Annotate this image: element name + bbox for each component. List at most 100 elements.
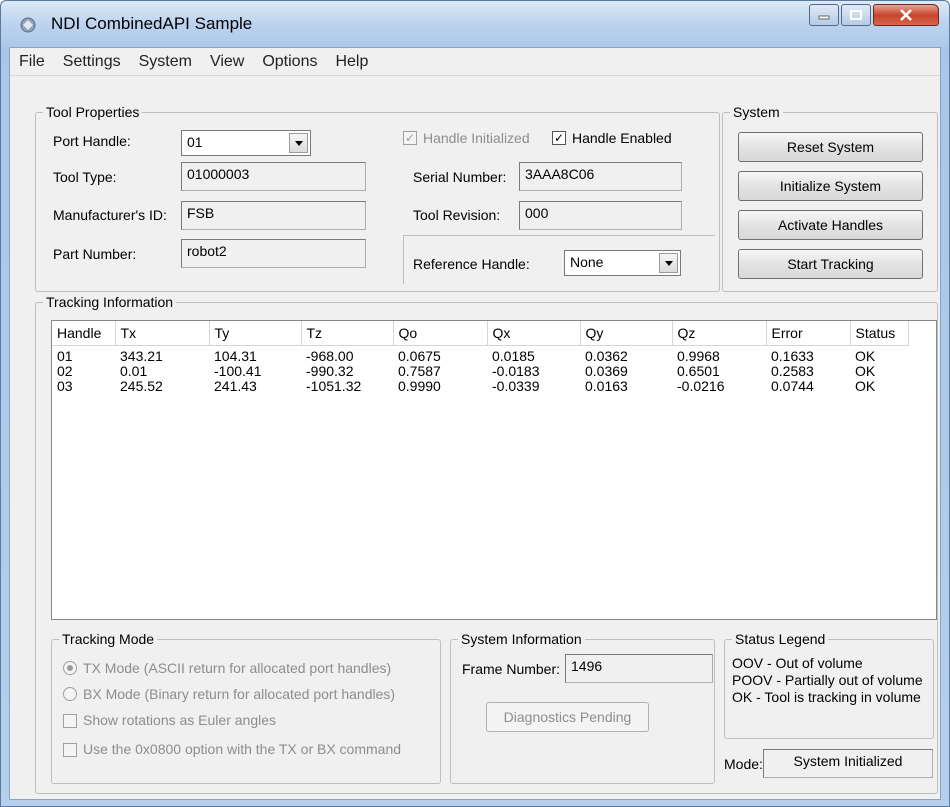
tracking-mode-group: Tracking Mode TX Mode (ASCII return for … xyxy=(51,631,441,784)
system-information-legend: System Information xyxy=(458,631,585,647)
menu-options[interactable]: Options xyxy=(253,53,326,71)
manufacturer-label: Manufacturer's ID: xyxy=(53,207,167,223)
reference-handle-label: Reference Handle: xyxy=(413,256,530,272)
serial-number-field[interactable]: 3AAA8C06 xyxy=(519,162,682,191)
system-group: System Reset System Initialize System Ac… xyxy=(722,104,938,292)
status-legend-ok: OK - Tool is tracking in volume xyxy=(732,689,921,705)
table-row[interactable]: 02 0.01 -100.41 -990.32 0.7587 -0.0183 0… xyxy=(52,364,908,379)
menu-bar: File Settings System View Options Help xyxy=(10,48,940,76)
mode-field[interactable]: System Initialized xyxy=(763,749,933,778)
chevron-down-icon[interactable] xyxy=(289,133,308,153)
table-cell: 0.7587 xyxy=(398,363,441,379)
app-icon xyxy=(20,17,36,33)
menu-system[interactable]: System xyxy=(130,53,201,71)
initialize-system-button[interactable]: Initialize System xyxy=(738,171,923,201)
table-cell: 0.01 xyxy=(120,363,148,379)
table-cell: 343.21 xyxy=(120,348,163,364)
status-legend-group: Status Legend OOV - Out of volume POOV -… xyxy=(724,631,934,739)
option-0800-label: Use the 0x0800 option with the TX or BX … xyxy=(83,741,402,757)
manufacturer-field[interactable]: FSB xyxy=(181,201,366,230)
table-cell: 0.0675 xyxy=(398,348,441,364)
table-cell: -990.32 xyxy=(306,363,354,379)
table-cell: -100.41 xyxy=(214,363,262,379)
tool-properties-group: Tool Properties Port Handle: 01 Tool Typ… xyxy=(35,104,720,292)
tool-revision-field[interactable]: 000 xyxy=(519,201,682,230)
tool-type-label: Tool Type: xyxy=(53,169,117,185)
table-cell: 0.2583 xyxy=(771,363,814,379)
chevron-down-icon[interactable] xyxy=(659,253,678,273)
port-handle-select[interactable]: 01 xyxy=(181,130,311,156)
close-button[interactable] xyxy=(873,4,939,26)
status-legend-poov: POOV - Partially out of volume xyxy=(732,672,923,688)
diagnostics-pending-button[interactable]: Diagnostics Pending xyxy=(486,702,649,732)
system-legend: System xyxy=(730,104,783,120)
table-cell: 0.0163 xyxy=(585,378,628,394)
bx-mode-radio[interactable] xyxy=(63,687,77,701)
part-number-label: Part Number: xyxy=(53,246,137,262)
table-cell: 0.0362 xyxy=(585,348,628,364)
table-header: Handle Tx Ty Tz Qo Qx Qy Qz Error Status xyxy=(52,321,909,346)
table-cell: 0.0185 xyxy=(492,348,535,364)
table-cell: 104.31 xyxy=(214,348,257,364)
option-0800-checkbox[interactable] xyxy=(63,743,77,757)
table-cell: 241.43 xyxy=(214,378,257,394)
column-header[interactable]: Qz xyxy=(672,321,767,346)
window-title: NDI CombinedAPI Sample xyxy=(51,14,253,33)
mode-label: Mode: xyxy=(724,756,763,772)
reference-handle-select[interactable]: None xyxy=(564,250,681,276)
handle-enabled-checkbox[interactable]: ✓ xyxy=(552,131,566,145)
reset-system-button[interactable]: Reset System xyxy=(738,132,923,162)
column-header[interactable]: Qo xyxy=(393,321,488,346)
minimize-button[interactable] xyxy=(809,4,839,26)
serial-number-label: Serial Number: xyxy=(413,169,507,185)
client-area: File Settings System View Options Help T… xyxy=(9,47,941,800)
system-information-group: System Information Frame Number: 1496 Di… xyxy=(450,631,715,784)
bx-mode-label: BX Mode (Binary return for allocated por… xyxy=(83,686,396,702)
column-header[interactable]: Error xyxy=(766,321,851,346)
tracking-mode-legend: Tracking Mode xyxy=(59,631,158,647)
euler-angles-checkbox[interactable] xyxy=(63,714,77,728)
frame-number-label: Frame Number: xyxy=(462,661,561,677)
close-icon xyxy=(900,9,912,21)
tool-type-field[interactable]: 01000003 xyxy=(181,162,366,191)
maximize-button[interactable] xyxy=(841,4,871,26)
menu-help[interactable]: Help xyxy=(326,53,377,71)
frame-number-field[interactable]: 1496 xyxy=(565,654,713,683)
table-cell: -0.0339 xyxy=(492,378,540,394)
handle-initialized-label: Handle Initialized xyxy=(423,130,530,146)
table-cell: 0.1633 xyxy=(771,348,814,364)
title-bar[interactable]: NDI CombinedAPI Sample xyxy=(1,1,949,47)
table-row[interactable]: 03 245.52 241.43 -1051.32 0.9990 -0.0339… xyxy=(52,379,908,394)
table-cell: -0.0183 xyxy=(492,363,540,379)
part-number-field[interactable]: robot2 xyxy=(181,239,366,268)
column-header[interactable]: Handle xyxy=(52,321,116,346)
reference-handle-value: None xyxy=(570,254,604,270)
app-window: NDI CombinedAPI Sample File Settings Sys… xyxy=(0,0,950,807)
column-header[interactable]: Status xyxy=(850,321,909,346)
menu-file[interactable]: File xyxy=(10,53,54,71)
table-cell: -1051.32 xyxy=(306,378,362,394)
tracking-table[interactable]: Handle Tx Ty Tz Qo Qx Qy Qz Error Status xyxy=(51,320,937,620)
table-cell: 02 xyxy=(57,363,73,379)
tracking-data-table: Handle Tx Ty Tz Qo Qx Qy Qz Error Status xyxy=(52,321,909,394)
menu-view[interactable]: View xyxy=(201,53,253,71)
column-header[interactable]: Tx xyxy=(115,321,210,346)
handle-initialized-checkbox[interactable]: ✓ xyxy=(403,131,417,145)
tracking-information-group: Tracking Information Handle Tx Ty Tz Qo … xyxy=(35,294,938,794)
port-handle-value: 01 xyxy=(187,134,203,150)
menu-settings[interactable]: Settings xyxy=(54,53,130,71)
tool-properties-legend: Tool Properties xyxy=(43,104,143,120)
column-header[interactable]: Tz xyxy=(301,321,394,346)
table-cell: 0.9990 xyxy=(398,378,441,394)
tx-mode-label: TX Mode (ASCII return for allocated port… xyxy=(83,660,392,676)
table-cell: OK xyxy=(855,378,876,394)
table-row[interactable]: 01 343.21 104.31 -968.00 0.0675 0.0185 0… xyxy=(52,349,908,364)
column-header[interactable]: Qy xyxy=(580,321,673,346)
column-header[interactable]: Ty xyxy=(209,321,302,346)
table-cell: 0.6501 xyxy=(677,363,720,379)
tracking-information-legend: Tracking Information xyxy=(43,294,177,310)
tx-mode-radio[interactable] xyxy=(63,661,77,675)
start-tracking-button[interactable]: Start Tracking xyxy=(738,249,923,279)
activate-handles-button[interactable]: Activate Handles xyxy=(738,210,923,240)
column-header[interactable]: Qx xyxy=(487,321,581,346)
